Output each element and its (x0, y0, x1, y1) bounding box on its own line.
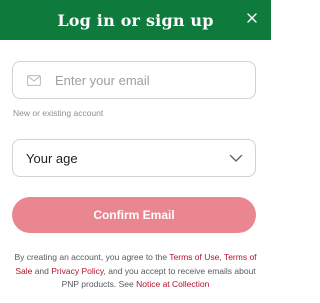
mail-icon (27, 74, 41, 86)
close-icon[interactable] (247, 13, 257, 23)
email-hint: New or existing account (13, 108, 104, 118)
legal-notice: By creating an account, you agree to the… (10, 251, 261, 292)
confirm-email-button[interactable]: Confirm Email (12, 197, 256, 233)
legal-text: By creating an account, you agree to the (14, 252, 170, 262)
terms-of-use-link[interactable]: Terms of Use (169, 252, 219, 262)
dialog-title: Log in or sign up (57, 10, 214, 30)
email-input[interactable] (53, 71, 247, 89)
privacy-policy-link[interactable]: Privacy Policy (51, 266, 103, 276)
age-select-value: Your age (26, 150, 78, 166)
close-button[interactable] (243, 9, 261, 27)
chevron-down-icon (229, 154, 243, 163)
legal-text: and (32, 265, 52, 276)
age-select[interactable]: Your age (12, 139, 256, 177)
notice-at-collection-link[interactable]: Notice at Collection (136, 279, 209, 289)
email-field[interactable] (12, 61, 256, 99)
header-bar: Log in or sign up (0, 0, 271, 40)
